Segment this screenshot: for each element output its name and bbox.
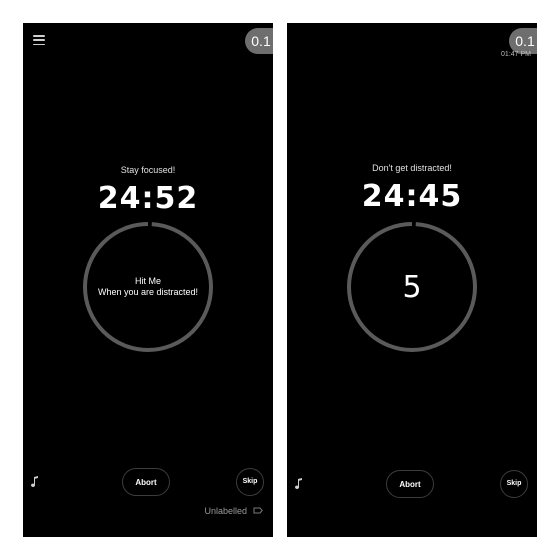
- skip-button[interactable]: Skip: [236, 468, 264, 496]
- tag-icon[interactable]: [253, 507, 263, 514]
- status-text: Stay focused!: [120, 165, 176, 175]
- hit-me-ring[interactable]: Hit Me When you are distracted!: [82, 221, 214, 353]
- label-selector-text[interactable]: Unlabelled: [204, 506, 247, 516]
- distraction-counter[interactable]: 5: [346, 221, 478, 353]
- status-text: Don't get distracted!: [372, 163, 452, 173]
- menu-line: [33, 39, 45, 41]
- menu-line: [33, 43, 45, 45]
- hit-me-title: Hit Me: [134, 276, 161, 286]
- music-note-icon[interactable]: [294, 478, 304, 490]
- skip-button[interactable]: Skip: [500, 470, 528, 498]
- abort-button[interactable]: Abort: [386, 470, 434, 498]
- right-phone-screen: 0.1 01:47 PM Don't get distracted! 24:45…: [287, 23, 537, 537]
- session-badge[interactable]: 0.1: [245, 28, 273, 54]
- hamburger-menu-icon[interactable]: [33, 35, 45, 45]
- menu-line: [33, 35, 45, 37]
- abort-button[interactable]: Abort: [122, 468, 170, 496]
- timer-display: 24:52: [97, 181, 199, 216]
- timer-display: 24:45: [361, 179, 463, 214]
- distraction-count: 5: [402, 269, 422, 305]
- left-phone-screen: 0.1 Stay focused! 24:52 Hit Me When you …: [23, 23, 273, 537]
- counter-ring[interactable]: 5: [346, 221, 478, 353]
- music-note-icon[interactable]: [30, 476, 40, 488]
- clock-time: 01:47 PM: [501, 51, 531, 58]
- hit-me-button[interactable]: Hit Me When you are distracted!: [82, 221, 214, 353]
- screenshot-canvas: 0.1 Stay focused! 24:52 Hit Me When you …: [0, 0, 560, 560]
- hit-me-subtitle: When you are distracted!: [97, 287, 199, 297]
